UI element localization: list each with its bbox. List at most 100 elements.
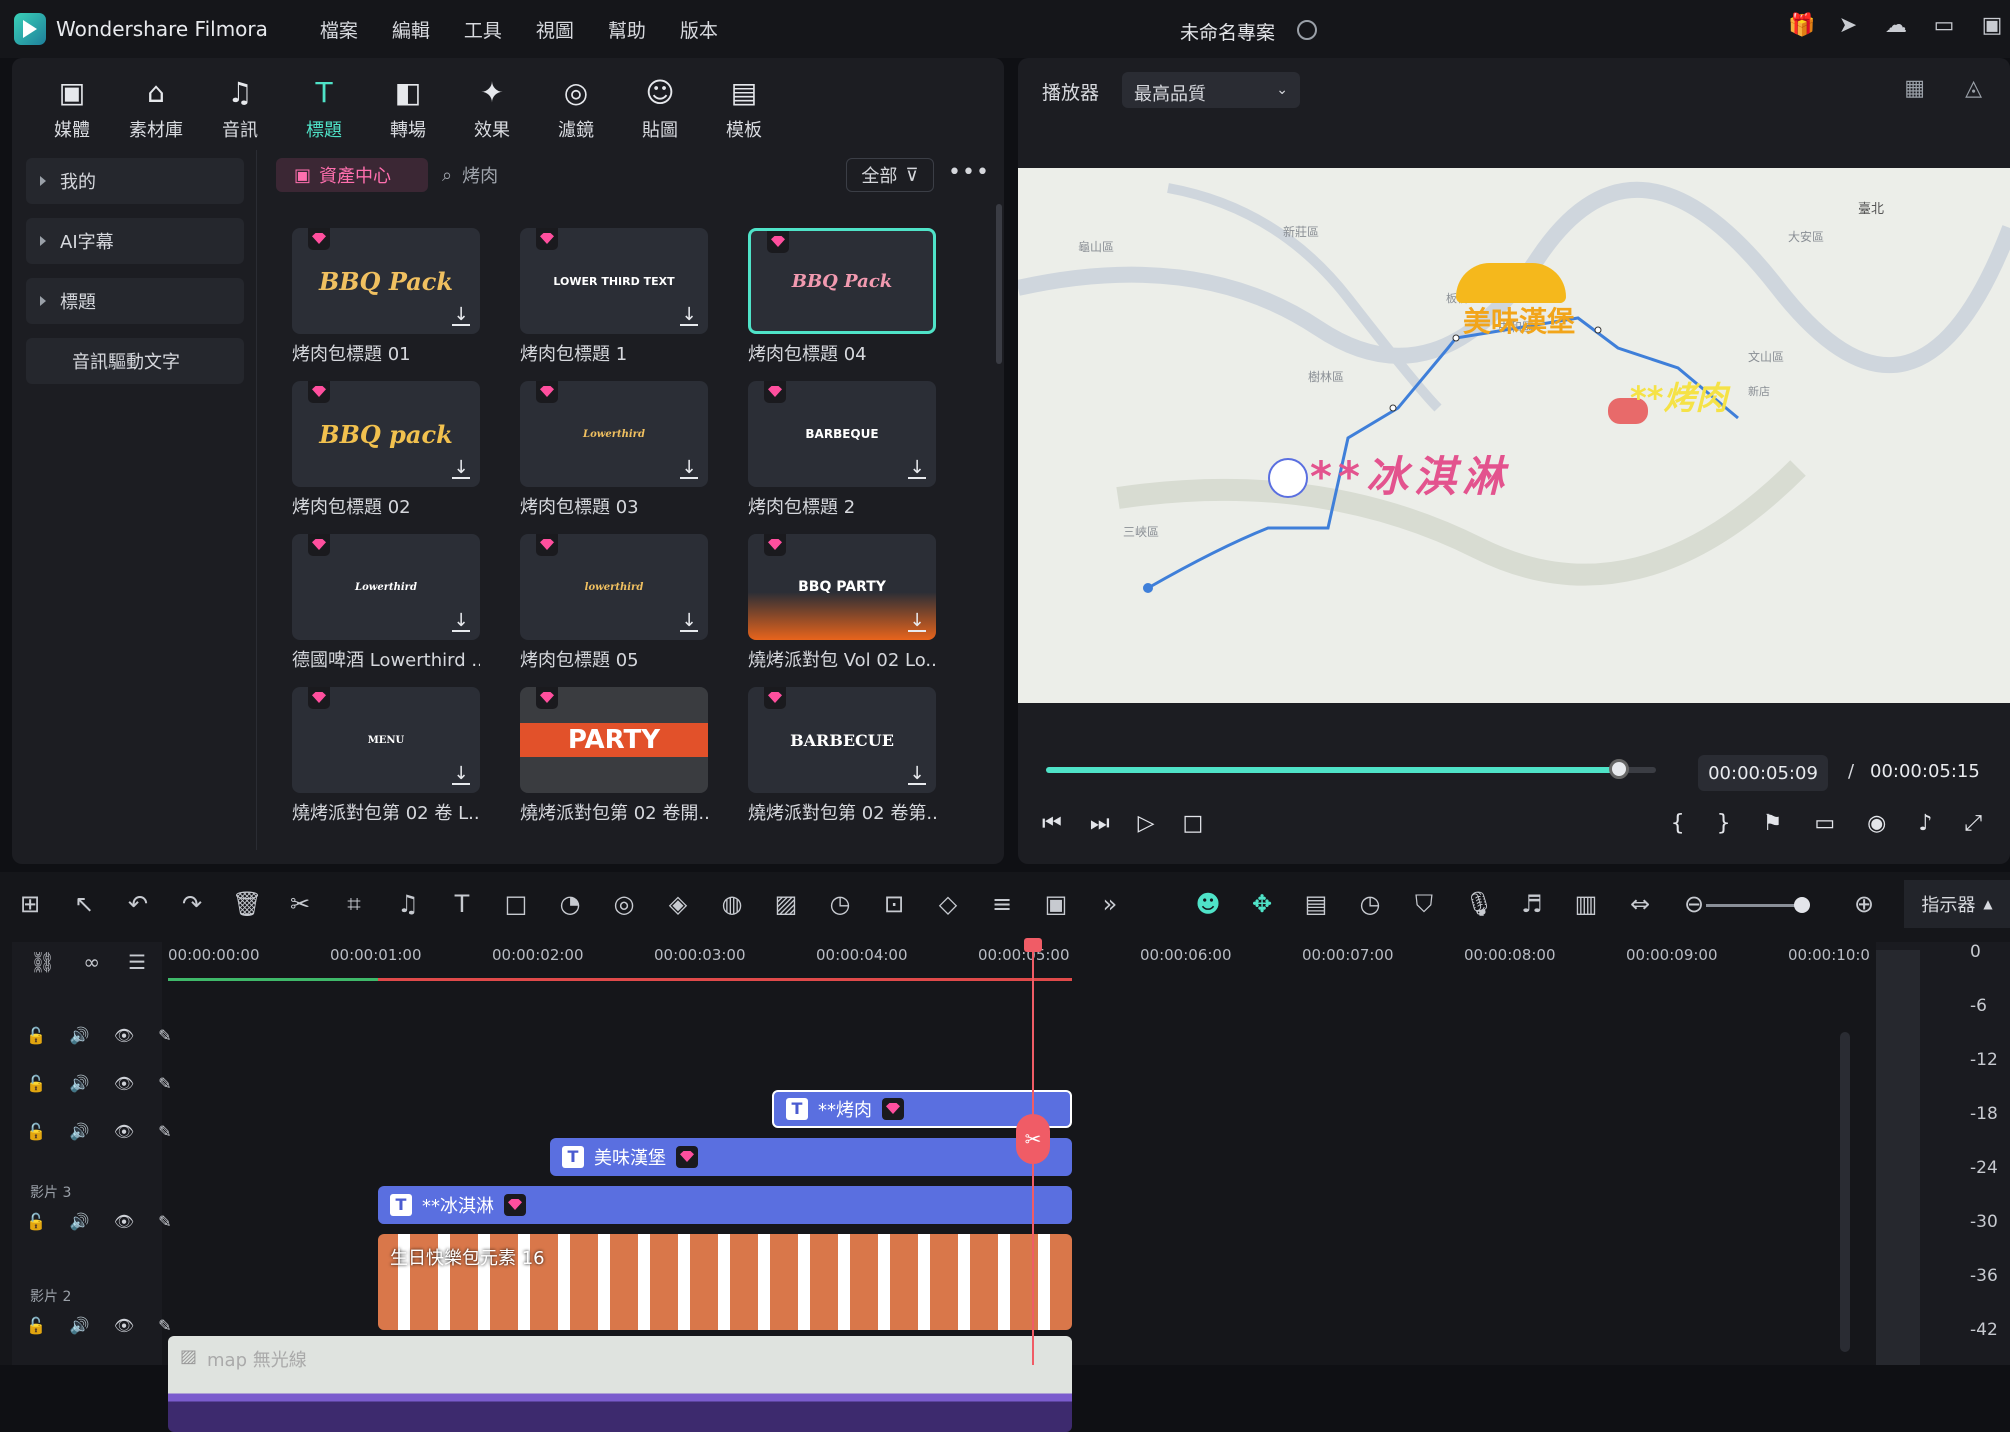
split-icon[interactable]: ✂	[286, 890, 314, 918]
adjust-icon[interactable]: ≡	[988, 890, 1016, 918]
layout-grid-icon[interactable]: ⊞	[16, 890, 44, 918]
ai-text-icon[interactable]: ▣	[1042, 890, 1070, 918]
tab-titles[interactable]: T 標題	[282, 66, 366, 146]
clip-burger-title[interactable]: T 美味漢堡	[550, 1138, 1072, 1176]
overlay-bbq-title[interactable]: **烤肉	[1630, 373, 1727, 419]
zoom-out-icon[interactable]: ⊖	[1680, 890, 1708, 918]
quality-select[interactable]: 最高品質 ⌄	[1122, 72, 1300, 108]
music-list-icon[interactable]: ♬	[1518, 890, 1546, 918]
mark-out-icon[interactable]: }	[1717, 811, 1731, 836]
asset-center-button[interactable]: ▣ 資產中心	[276, 158, 428, 192]
title-card[interactable]: BBQ Pack ↓ 烤肉包標題 01	[292, 228, 480, 366]
zoom-in-icon[interactable]: ⊕	[1854, 890, 1874, 918]
layout-icon[interactable]: ▭	[1932, 14, 1956, 38]
ai-icon[interactable]: ◍	[718, 890, 746, 918]
focus-icon[interactable]: ⊡	[880, 890, 908, 918]
grid-view-icon[interactable]: ▦	[1904, 76, 1925, 101]
title-card[interactable]: LOWER THIRD TEXT ↓ 烤肉包標題 1	[520, 228, 708, 366]
track-manage-icon[interactable]: ☰	[128, 950, 146, 974]
sidebar-item-audio-text[interactable]: 音訊驅動文字	[26, 338, 244, 384]
library-scrollbar[interactable]	[996, 204, 1002, 364]
zoom-slider[interactable]	[1706, 897, 1810, 913]
title-card[interactable]: MENU ↓ 燒烤派對包第 02 卷 L...	[292, 687, 480, 825]
download-icon[interactable]: ↓	[680, 459, 698, 479]
fullscreen-icon[interactable]: ⤢	[1964, 811, 1982, 836]
sidebar-item-titles[interactable]: 標題	[26, 278, 244, 324]
scope-icon[interactable]: ◬	[1965, 76, 1982, 101]
title-card[interactable]: BBQ PARTY ↓ 燒烤派對包 Vol 02 Lo...	[748, 534, 936, 672]
title-thumbnail[interactable]: Lowerthird ↓	[520, 381, 708, 487]
title-thumbnail[interactable]: LOWER THIRD TEXT ↓	[520, 228, 708, 334]
title-thumbnail[interactable]: PARTY	[520, 687, 708, 793]
title-thumbnail[interactable]: BBQ pack ↓	[292, 381, 480, 487]
stop-icon[interactable]: □	[1183, 811, 1204, 836]
fit-icon[interactable]: ⇔	[1626, 890, 1654, 918]
menu-version[interactable]: 版本	[680, 16, 752, 43]
clip-icecream-title[interactable]: T **冰淇淋	[378, 1186, 1072, 1224]
color-icon[interactable]: ◎	[610, 890, 638, 918]
sidebar-item-mine[interactable]: 我的	[26, 158, 244, 204]
crop-icon[interactable]: ⌗	[340, 890, 368, 918]
overlay-icecream-title[interactable]: **冰淇淋	[1310, 443, 1510, 504]
speaker-icon[interactable]: 🔊	[70, 1212, 90, 1231]
lock-icon[interactable]: 🔓	[26, 1316, 46, 1335]
split-scissors-icon[interactable]: ✂	[1016, 1114, 1050, 1164]
download-icon[interactable]: ↓	[452, 306, 470, 326]
title-thumbnail[interactable]: BBQ Pack ↓	[292, 228, 480, 334]
microphone-icon[interactable]: 🎙	[1464, 890, 1494, 918]
clip-birthday-elements[interactable]: 生日快樂包元素 16	[378, 1234, 1072, 1330]
edit-image-icon[interactable]: ▨	[772, 890, 800, 918]
speaker-icon[interactable]: 🔊	[70, 1074, 90, 1093]
mark-in-icon[interactable]: {	[1671, 811, 1685, 836]
title-card-selected[interactable]: BBQ Pack 烤肉包標題 04	[748, 228, 936, 366]
title-thumbnail[interactable]: BARBECUE ↓	[748, 687, 936, 793]
tab-filters[interactable]: ◎ 濾鏡	[534, 66, 618, 146]
shape-icon[interactable]: □	[502, 890, 530, 918]
speaker-icon[interactable]: 🔊	[70, 1316, 90, 1335]
menu-help[interactable]: 幫助	[608, 16, 680, 43]
title-card[interactable]: BARBEQUE ↓ 烤肉包標題 2	[748, 381, 936, 519]
playhead[interactable]: ✂	[1016, 938, 1050, 1365]
title-card[interactable]: Lowerthird ↓ 德國啤酒 Lowerthird ...	[292, 534, 480, 672]
save-icon[interactable]: ▣	[1980, 14, 2004, 38]
download-icon[interactable]: ↓	[452, 612, 470, 632]
link-icon[interactable]: ∞	[83, 950, 100, 974]
title-thumbnail[interactable]: BBQ PARTY ↓	[748, 534, 936, 640]
render-icon[interactable]: ▤	[1302, 890, 1330, 918]
lock-icon[interactable]: 🔓	[26, 1074, 46, 1093]
progress-knob[interactable]	[1609, 759, 1630, 779]
speaker-icon[interactable]: 🔊	[70, 1122, 90, 1141]
title-thumbnail[interactable]: BARBEQUE ↓	[748, 381, 936, 487]
tab-templates[interactable]: ▤ 模板	[702, 66, 786, 146]
select-tool-icon[interactable]: ↖	[70, 890, 98, 918]
volume-icon[interactable]: ♪	[1918, 811, 1932, 836]
playhead-handle[interactable]	[1024, 938, 1042, 952]
title-thumbnail[interactable]: lowerthird ↓	[520, 534, 708, 640]
delete-icon[interactable]: 🗑	[232, 890, 262, 918]
playback-progress[interactable]	[1046, 759, 1656, 779]
eye-icon[interactable]: 👁	[114, 1074, 134, 1093]
sidebar-item-ai-captions[interactable]: AI字幕	[26, 218, 244, 264]
display-icon[interactable]: ▭	[1814, 811, 1835, 836]
menu-file[interactable]: 檔案	[320, 16, 392, 43]
cloud-icon[interactable]: ☁	[1884, 14, 1908, 38]
speed-icon[interactable]: ◔	[556, 890, 584, 918]
audio-icon[interactable]: ♫	[394, 890, 422, 918]
eye-icon[interactable]: 👁	[114, 1316, 134, 1335]
time-ruler[interactable]: 00:00:00:00 00:00:01:00 00:00:02:00 00:0…	[168, 936, 1870, 982]
unlink-icon[interactable]: ⛓	[30, 950, 55, 974]
marker-icon[interactable]: ⚑	[1763, 811, 1783, 836]
lock-icon[interactable]: 🔓	[26, 1122, 46, 1141]
lock-icon[interactable]: 🔓	[26, 1026, 46, 1045]
clip-map-video[interactable]: ▨ map 無光線	[168, 1336, 1072, 1432]
replace-icon[interactable]: ▥	[1572, 890, 1600, 918]
snap-icon[interactable]: ✥	[1248, 890, 1276, 918]
menu-edit[interactable]: 編輯	[392, 16, 464, 43]
eye-icon[interactable]: 👁	[114, 1212, 134, 1231]
project-name[interactable]: 未命名專案	[1180, 18, 1275, 45]
tab-media[interactable]: ▣ 媒體	[30, 66, 114, 146]
filter-dropdown[interactable]: 全部 ⊽	[846, 158, 934, 192]
title-thumbnail[interactable]: BBQ Pack	[748, 228, 936, 334]
title-thumbnail[interactable]: MENU ↓	[292, 687, 480, 793]
current-timecode[interactable]: 00:00:05:09	[1698, 755, 1828, 791]
